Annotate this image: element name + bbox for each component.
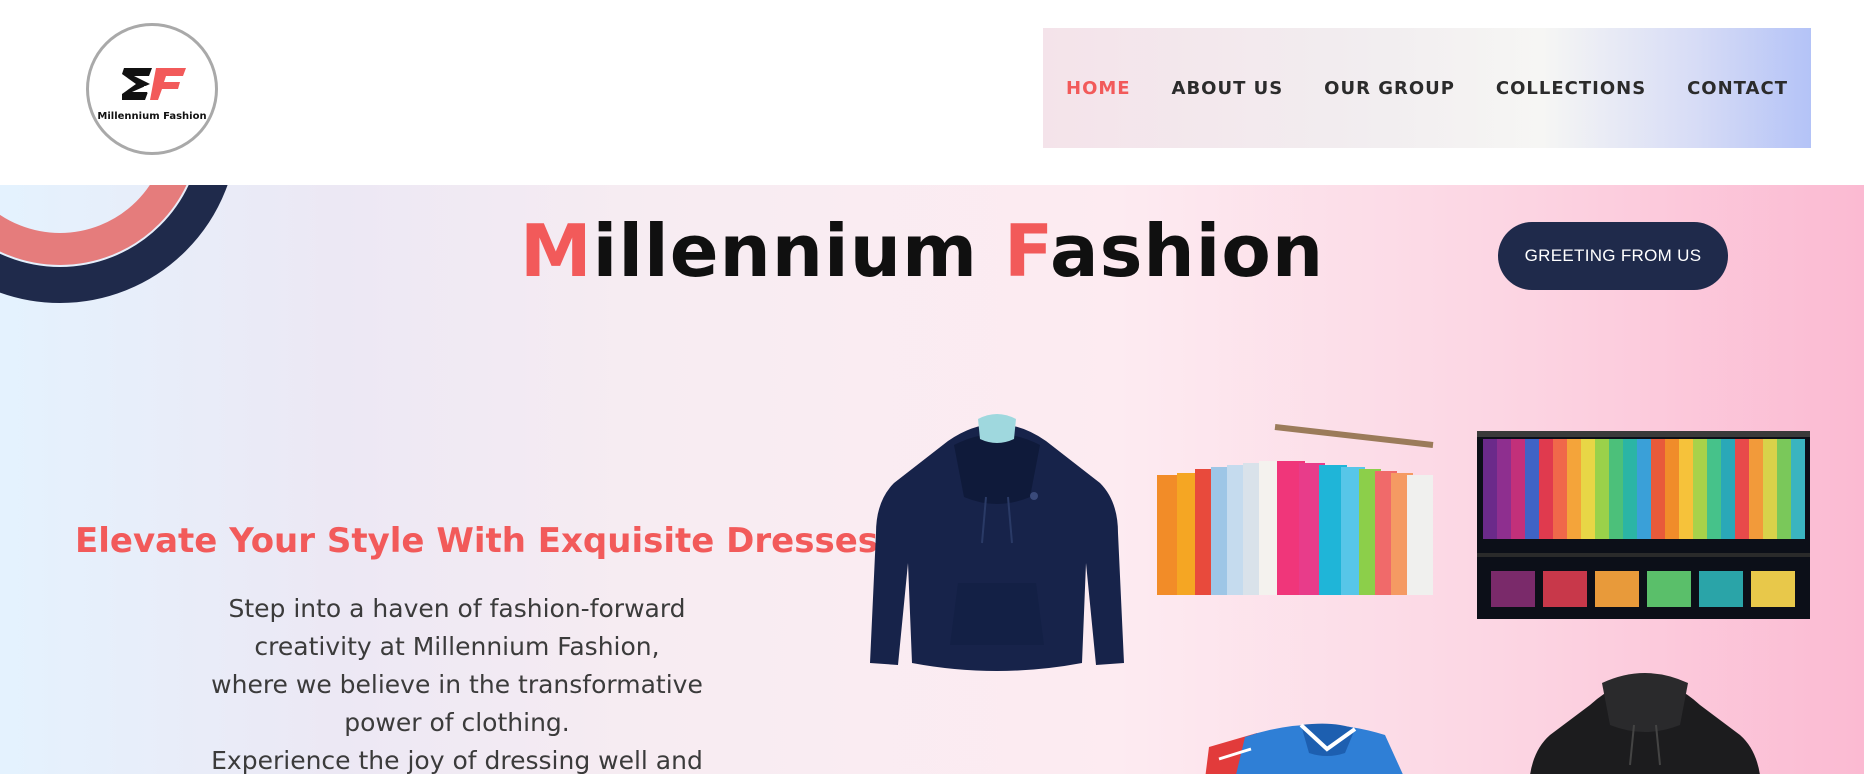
shirts-rack-image — [1157, 424, 1434, 595]
nav-home[interactable]: HOME — [1066, 78, 1131, 99]
polo-shirts-image — [1205, 723, 1403, 774]
description-line: Experience the joy of dressing well and — [211, 746, 703, 774]
main-nav: HOME ABOUT US OUR GROUP COLLECTIONS CONT… — [1043, 28, 1811, 148]
description-line: creativity at Millennium Fashion, — [254, 632, 660, 661]
site-header: Millennium Fashion HOME ABOUT US OUR GRO… — [0, 0, 1864, 185]
nav-about-us[interactable]: ABOUT US — [1172, 78, 1284, 99]
title-initial-f: F — [1004, 209, 1050, 293]
hero-description: Step into a haven of fashion-forward cre… — [160, 590, 754, 774]
hero-title: Millennium Fashion — [520, 209, 1324, 293]
hero-section: Millennium Fashion GREETING FROM US Eleva… — [0, 185, 1864, 774]
description-line: where we believe in the transformative — [211, 670, 703, 699]
brand-logo[interactable]: Millennium Fashion — [86, 23, 218, 155]
description-line: Step into a haven of fashion-forward — [228, 594, 686, 623]
brand-name: Millennium Fashion — [97, 111, 207, 122]
decorative-arcs — [0, 185, 228, 303]
navy-hoodie-image — [870, 414, 1124, 671]
hero-tagline: Elevate Your Style With Exquisite Dresse… — [75, 521, 878, 561]
description-line: power of clothing. — [344, 708, 570, 737]
black-hoodie-image — [1530, 673, 1760, 774]
mf-monogram-icon — [122, 68, 186, 100]
title-word-ashion: ashion — [1049, 209, 1325, 293]
nav-collections[interactable]: COLLECTIONS — [1496, 78, 1646, 99]
nav-our-group[interactable]: OUR GROUP — [1324, 78, 1455, 99]
title-word-illennium: illennium — [592, 209, 979, 293]
shirts-closet-image — [1477, 431, 1810, 619]
title-initial-m: M — [520, 209, 593, 293]
nav-contact[interactable]: CONTACT — [1687, 78, 1788, 99]
greeting-button[interactable]: GREETING FROM US — [1498, 222, 1728, 290]
